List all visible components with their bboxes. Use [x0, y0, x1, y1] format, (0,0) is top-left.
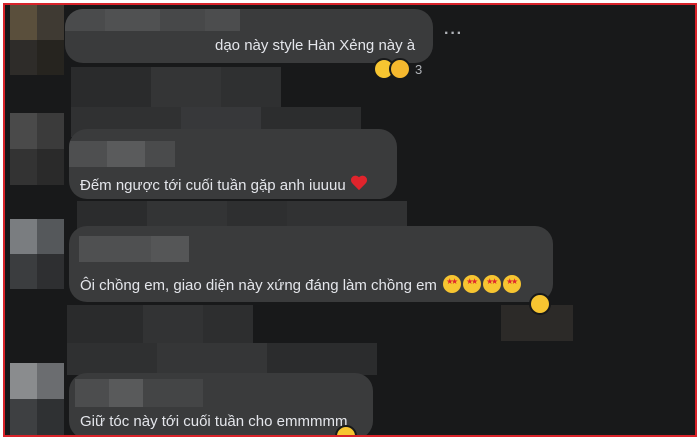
comment-text: Giữ tóc này tới cuối tuần cho emmmmm [80, 413, 348, 430]
blurred-name [67, 305, 143, 343]
avatar[interactable] [10, 113, 64, 185]
comment-bubble: Giữ tóc này tới cuối tuần cho emmmmm [69, 373, 373, 435]
heart-emoji-icon [350, 176, 368, 192]
laughing-emoji-icon [529, 293, 551, 315]
comments-panel: dạo này style Hàn Xẻng này à ··· 3 Đếm n… [3, 3, 697, 437]
avatar[interactable] [10, 5, 64, 75]
star-struck-emoji-icon [503, 275, 522, 293]
comment-text: Ôi chồng em, giao diện này xứng đáng làm… [80, 275, 522, 294]
reaction-summary[interactable] [335, 425, 357, 435]
blurred-name [221, 67, 281, 107]
laughing-emoji-icon [335, 425, 357, 435]
star-struck-emoji-icon [443, 275, 462, 293]
comment-text-body: Đếm ngược tới cuối tuần gặp anh iuuuu [80, 177, 346, 194]
reaction-summary[interactable]: 3 [373, 58, 422, 80]
comment-bubble: dạo này style Hàn Xẻng này à [65, 9, 433, 63]
blurred-name [67, 343, 157, 375]
more-options-icon[interactable]: ··· [444, 25, 463, 43]
star-struck-emoji-icon [483, 275, 502, 293]
blurred-name [151, 67, 221, 107]
comment-text-body: Ôi chồng em, giao diện này xứng đáng làm… [80, 277, 437, 294]
comment-text: dạo này style Hàn Xẻng này à [215, 37, 416, 54]
blurred-name [157, 343, 267, 375]
blurred-name [71, 67, 151, 107]
blurred-name [143, 305, 203, 343]
blurred-name [203, 305, 253, 343]
comment-bubble: Ôi chồng em, giao diện này xứng đáng làm… [69, 226, 553, 302]
avatar[interactable] [10, 363, 64, 435]
star-struck-emoji-icon [463, 275, 482, 293]
surprised-emoji-icon [389, 58, 411, 80]
comment-text: Đếm ngược tới cuối tuần gặp anh iuuuu [80, 176, 368, 194]
avatar[interactable] [10, 219, 64, 289]
reaction-count: 3 [415, 61, 423, 77]
reaction-summary[interactable] [529, 293, 551, 315]
blurred-name [267, 343, 377, 375]
comment-bubble: Đếm ngược tới cuối tuần gặp anh iuuuu [69, 129, 397, 199]
